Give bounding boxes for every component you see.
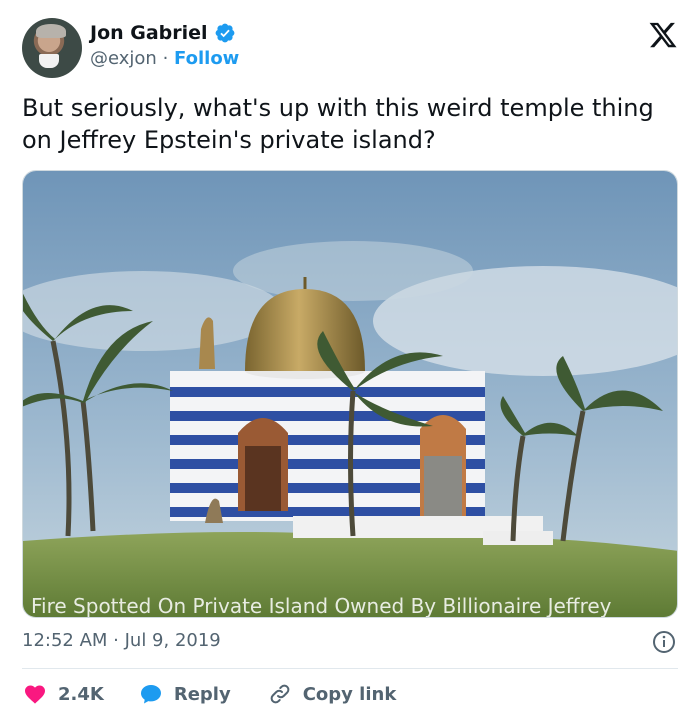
tweet-card: Jon Gabriel @exjon · Follow But seriousl… — [0, 0, 700, 720]
reply-button[interactable]: Reply — [138, 678, 231, 710]
author-block: Jon Gabriel @exjon · Follow — [90, 20, 239, 72]
action-bar: 2.4K Reply Copy link — [22, 678, 432, 710]
like-count: 2.4K — [58, 683, 104, 705]
divider — [22, 668, 678, 669]
copy-link-button[interactable]: Copy link — [267, 678, 397, 710]
reply-label: Reply — [173, 683, 231, 705]
avatar[interactable] — [22, 18, 82, 78]
temple-photo: Fire Spotted On Private Island Owned By … — [23, 171, 677, 618]
tweet-timestamp[interactable]: 12:52 AM · Jul 9, 2019 — [22, 628, 221, 654]
tweet-image[interactable]: Fire Spotted On Private Island Owned By … — [22, 170, 678, 618]
handle[interactable]: @exjon — [90, 48, 157, 69]
like-button[interactable]: 2.4K — [22, 678, 104, 710]
reply-bubble-icon — [140, 685, 161, 704]
info-icon[interactable] — [652, 630, 676, 654]
tweet-header: Jon Gabriel @exjon · Follow — [22, 14, 682, 80]
heart-icon — [25, 685, 45, 704]
display-name[interactable]: Jon Gabriel — [90, 22, 208, 44]
copy-link-label: Copy link — [302, 683, 397, 705]
tweet-text: But seriously, what's up with this weird… — [22, 94, 654, 154]
image-caption: Fire Spotted On Private Island Owned By … — [31, 594, 612, 618]
handle-separator: · — [162, 48, 169, 69]
follow-button[interactable]: Follow — [174, 48, 239, 69]
link-icon — [270, 684, 290, 704]
x-logo-icon[interactable] — [648, 20, 678, 50]
verified-badge-icon — [215, 23, 234, 43]
